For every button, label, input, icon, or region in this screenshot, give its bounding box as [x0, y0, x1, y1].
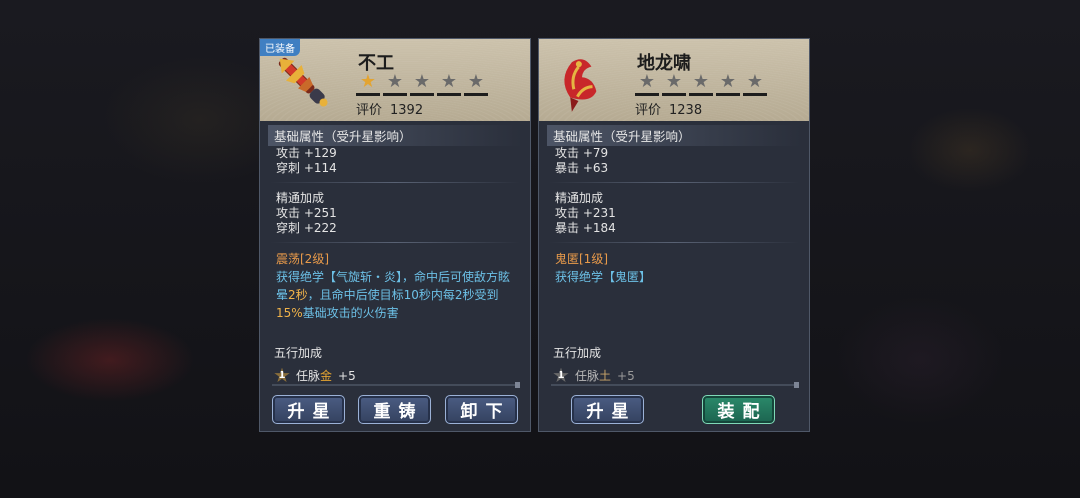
star-icon: ★ — [716, 72, 740, 96]
card-body: 基础属性（受升星影响） 攻击 +79 暴击 +63 精通加成 攻击 +231 暴… — [539, 121, 809, 286]
element-bonus: +5 — [617, 368, 635, 383]
rating-label: 评价 — [356, 103, 383, 118]
base-stat: 攻击 +129 — [276, 146, 337, 160]
element-label: 土 — [599, 369, 612, 383]
skill-name: 震荡[2级] — [276, 252, 329, 266]
element-label: 金 — [320, 369, 333, 383]
base-stat: 穿刺 +114 — [276, 161, 337, 175]
card-header: 已装备 不工 ★ ★ ★ ★ ★ 评价 1392 — [260, 39, 530, 121]
base-stat: 攻击 +79 — [555, 146, 609, 160]
scroll-thumb[interactable] — [794, 382, 799, 388]
star-badge-icon: 1 — [274, 367, 290, 383]
base-attributes-header: 基础属性（受升星影响） — [547, 125, 801, 146]
scrollbar[interactable] — [272, 382, 520, 388]
mastery-stat: 攻击 +231 — [555, 206, 616, 220]
star-icon: ★ — [662, 72, 686, 96]
star-icon: ★ — [464, 72, 488, 96]
rating: 评价 1392 — [356, 99, 423, 118]
base-stat: 暴击 +63 — [555, 161, 609, 175]
divider — [270, 182, 520, 183]
star-icon: ★ — [437, 72, 461, 96]
equipped-badge: 已装备 — [260, 39, 300, 56]
rating: 评价 1238 — [635, 99, 702, 118]
mastery-stat: 暴击 +184 — [555, 221, 616, 235]
star-badge-icon: 1 — [553, 367, 569, 383]
skill-desc-text: ，且命中后使目标10秒内每2秒受到 — [307, 288, 499, 302]
star-icon: ★ — [383, 72, 407, 96]
star-rating: ★ ★ ★ ★ ★ — [635, 72, 767, 96]
skill-name: 鬼匿[1级] — [555, 252, 608, 266]
skill-description: 获得绝学【气旋斩・炎】，命中后可使敌方眩晕2秒，且命中后使目标10秒内每2秒受到… — [260, 268, 530, 322]
mastery-title: 精通加成 — [555, 191, 604, 205]
equipment-card-right: 地龙啸 ★ ★ ★ ★ ★ 评价 1238 基础属性（受升星影响） 攻击 +79 … — [538, 38, 810, 432]
unequip-button[interactable]: 卸下 — [445, 395, 518, 424]
rating-value: 1238 — [669, 103, 703, 118]
scrollbar[interactable] — [551, 382, 799, 388]
star-icon: ★ — [356, 72, 380, 96]
weapon-icon — [564, 59, 597, 112]
meridian-label: 任脉 — [296, 369, 321, 383]
rating-label: 评价 — [635, 103, 662, 118]
rating-value: 1392 — [390, 103, 424, 118]
base-attributes-header: 基础属性（受升星影响） — [268, 125, 522, 146]
five-elements-row: 1 任脉 土 +5 — [553, 367, 635, 384]
five-elements-title: 五行加成 — [274, 346, 323, 360]
weapon-icon — [278, 57, 328, 107]
five-elements-row: 1 任脉 金 +5 — [274, 367, 356, 384]
mastery-title: 精通加成 — [276, 191, 325, 205]
divider — [549, 242, 799, 243]
equipment-card-left: 已装备 不工 ★ ★ ★ ★ ★ 评价 1392 基础属性（受升星影响） 攻击 +… — [259, 38, 531, 432]
five-elements-title: 五行加成 — [553, 346, 602, 360]
scroll-thumb[interactable] — [515, 382, 520, 388]
divider — [549, 182, 799, 183]
upgrade-star-button[interactable]: 升星 — [272, 395, 345, 424]
skill-desc-text: 基础攻击的火伤害 — [302, 306, 399, 320]
equip-button[interactable]: 装配 — [702, 395, 775, 424]
element-bonus: +5 — [338, 368, 356, 383]
card-header: 地龙啸 ★ ★ ★ ★ ★ 评价 1238 — [539, 39, 809, 121]
star-icon: ★ — [410, 72, 434, 96]
skill-description: 获得绝学【鬼匿】 — [555, 270, 652, 284]
skill-desc-highlight: 15% — [276, 306, 303, 320]
star-icon: ★ — [743, 72, 767, 96]
star-icon: ★ — [635, 72, 659, 96]
meridian-label: 任脉 — [575, 369, 600, 383]
upgrade-star-button[interactable]: 升星 — [571, 395, 644, 424]
star-rating: ★ ★ ★ ★ ★ — [356, 72, 488, 96]
skill-desc-highlight: 2秒 — [288, 288, 308, 302]
mastery-stat: 穿刺 +222 — [276, 221, 337, 235]
star-icon: ★ — [689, 72, 713, 96]
reforge-button[interactable]: 重铸 — [358, 395, 431, 424]
card-body: 基础属性（受升星影响） 攻击 +129 穿刺 +114 精通加成 攻击 +251… — [260, 121, 530, 322]
divider — [270, 242, 520, 243]
mastery-stat: 攻击 +251 — [276, 206, 337, 220]
